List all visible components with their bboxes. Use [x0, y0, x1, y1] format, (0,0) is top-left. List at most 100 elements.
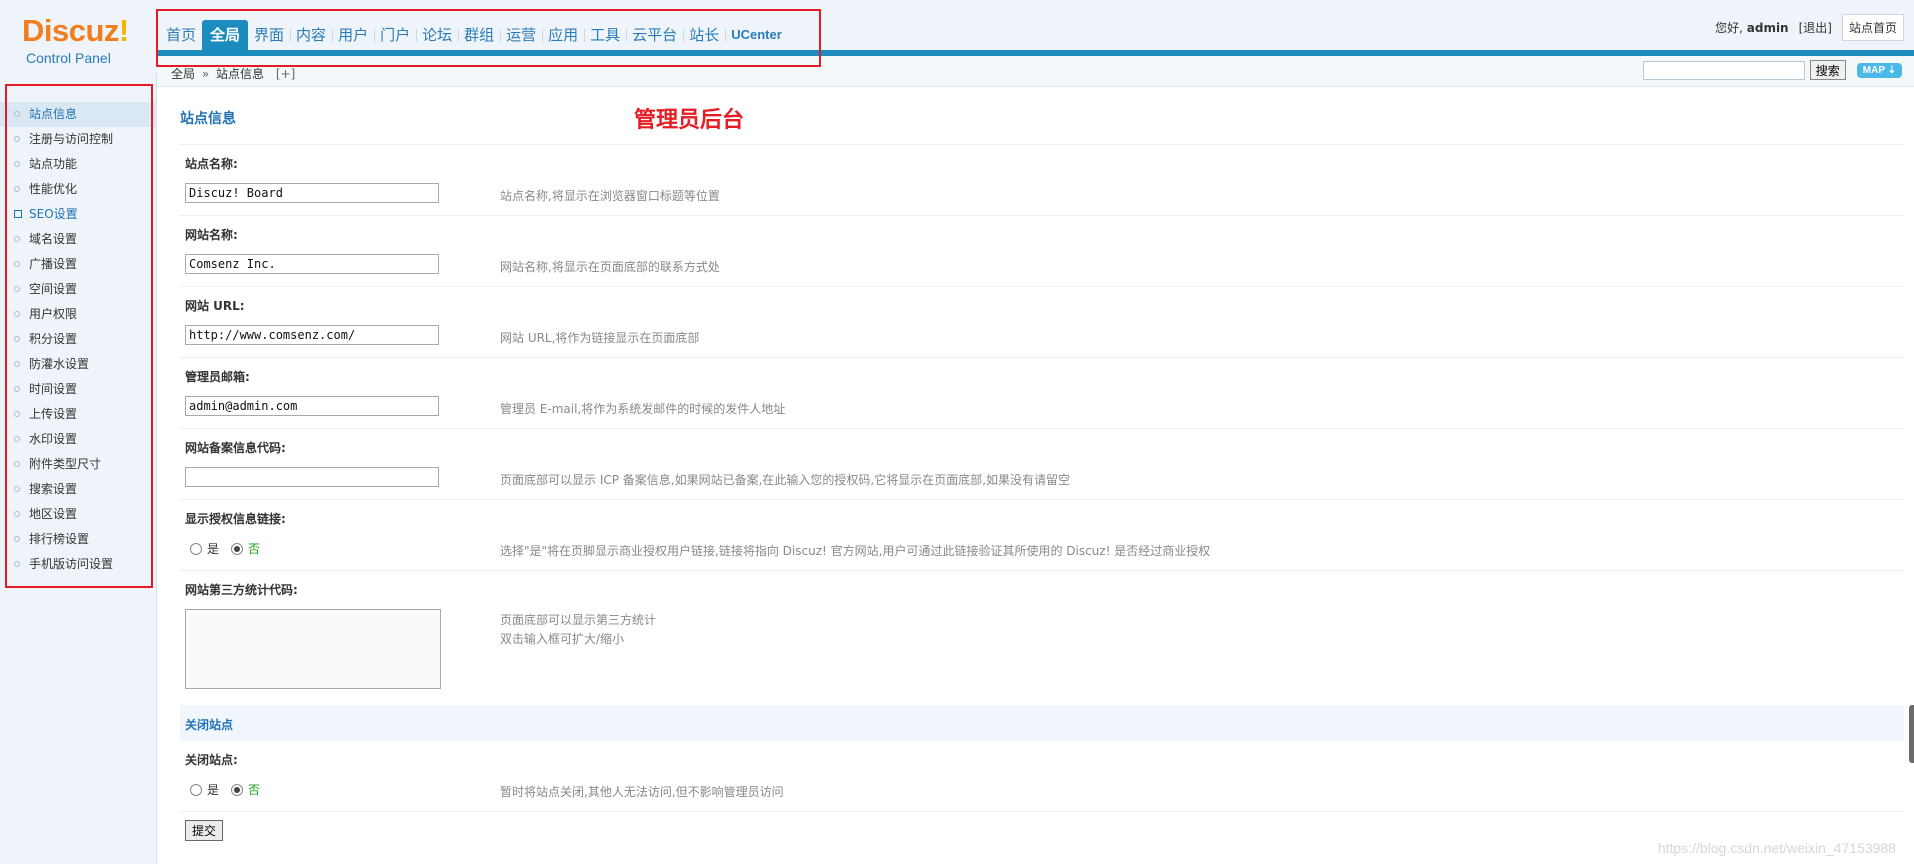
field-label: 显示授权信息链接: — [185, 512, 286, 526]
username: admin — [1746, 21, 1789, 35]
greeting: 您好, admin — [1715, 19, 1789, 36]
sidebar-item-search[interactable]: 搜索设置 — [0, 477, 157, 502]
breadcrumb-root[interactable]: 全局 — [171, 67, 195, 81]
sidebar-menu: 站点信息 注册与访问控制 站点功能 性能优化 SEO设置 域名设置 广播设置 空… — [0, 102, 157, 577]
radio-circle[interactable] — [190, 542, 202, 555]
site-home-button[interactable]: 站点首页 — [1841, 14, 1904, 41]
field-label: 站点名称: — [185, 157, 238, 171]
site-name-input[interactable] — [185, 183, 439, 203]
sidebar-item-region[interactable]: 地区设置 — [0, 502, 157, 527]
logout-link[interactable]: [退出] — [1799, 19, 1832, 36]
sidebar-item-user-permissions[interactable]: 用户权限 — [0, 302, 157, 327]
sidebar-item-site-info[interactable]: 站点信息 — [0, 102, 157, 127]
radio-label: 否 — [248, 783, 261, 797]
nav-user[interactable]: 用户 — [332, 20, 374, 50]
close-radio-group: 是 否 — [190, 781, 260, 798]
breadcrumb-separator: » — [201, 67, 210, 81]
radio-circle-checked[interactable] — [231, 542, 244, 555]
breadcrumb: 全局 » 站点信息 [+] — [171, 65, 295, 82]
sidebar-item-register-access[interactable]: 注册与访问控制 — [0, 127, 157, 152]
field-tip: 管理员 E-mail,将作为系统发邮件的时候的发件人地址 — [500, 402, 786, 416]
field-tip: 页面底部可以显示 ICP 备案信息,如果网站已备案,在此输入您的授权码,它将显示… — [500, 473, 1071, 487]
breadcrumb-current: 站点信息 — [216, 67, 265, 81]
search-input[interactable] — [1642, 60, 1805, 80]
nav-portal[interactable]: 门户 — [374, 20, 416, 50]
license-radio-yes[interactable]: 是 — [190, 540, 219, 557]
sidebar-item-time[interactable]: 时间设置 — [0, 377, 157, 402]
site-url-input[interactable] — [185, 325, 439, 345]
form-row-license-link: 显示授权信息链接: 是 否 选择"是"将在页脚显示商业授权用户链接,链接将指向 … — [180, 500, 1904, 571]
close-radio-yes[interactable]: 是 — [190, 781, 219, 798]
nav-webmaster[interactable]: 站长 — [683, 20, 725, 50]
nav-global[interactable]: 全局 — [202, 20, 249, 50]
breadcrumb-add-button[interactable]: [+] — [276, 67, 295, 81]
field-label: 网站第三方统计代码: — [185, 583, 298, 597]
watermark-text: https://blog.csdn.net/weixin_47153988 — [1657, 840, 1896, 856]
nav-tools[interactable]: 工具 — [584, 20, 626, 50]
radio-circle-checked[interactable] — [231, 783, 244, 796]
stats-code-textarea[interactable] — [185, 609, 441, 689]
radio-circle[interactable] — [190, 783, 202, 796]
sidebar: 站点信息 注册与访问控制 站点功能 性能优化 SEO设置 域名设置 广播设置 空… — [0, 72, 157, 864]
sidebar-item-watermark[interactable]: 水印设置 — [0, 427, 157, 452]
nav-home[interactable]: 首页 — [160, 20, 202, 50]
form-row-site-url: 网站 URL: 网站 URL,将作为链接显示在页面底部 — [180, 287, 1904, 358]
section-title: 关闭站点 — [185, 718, 234, 732]
admin-email-input[interactable] — [185, 396, 439, 416]
sidebar-item-site-features[interactable]: 站点功能 — [0, 152, 157, 177]
form-row-icp: 网站备案信息代码: 页面底部可以显示 ICP 备案信息,如果网站已备案,在此输入… — [180, 429, 1904, 500]
logo-subtitle: Control Panel — [26, 50, 111, 66]
icp-input[interactable] — [185, 467, 439, 487]
field-tip: 暂时将站点关闭,其他人无法访问,但不影响管理员访问 — [500, 785, 784, 799]
field-label: 关闭站点: — [185, 753, 238, 767]
sidebar-item-ranking[interactable]: 排行榜设置 — [0, 527, 157, 552]
nav-app[interactable]: 应用 — [542, 20, 584, 50]
form-row-web-name: 网站名称: 网站名称,将显示在页面底部的联系方式处 — [180, 216, 1904, 287]
radio-label: 否 — [248, 542, 261, 556]
greeting-text: 您好, — [1715, 21, 1743, 35]
close-radio-no[interactable]: 否 — [231, 781, 260, 798]
search-area: 搜索 MAP ⇣ — [1642, 60, 1902, 80]
nav-content[interactable]: 内容 — [290, 20, 332, 50]
top-nav: 首页 全局 界面 内容 用户 门户 论坛 群组 运营 应用 工具 云平台 站长 … — [160, 20, 788, 50]
nav-ucenter[interactable]: UCenter — [725, 20, 788, 50]
close-site-section-header: 关闭站点 — [180, 705, 1904, 741]
field-tip: 选择"是"将在页脚显示商业授权用户链接,链接将指向 Discuz! 官方网站,用… — [500, 544, 1211, 558]
field-label: 管理员邮箱: — [185, 370, 250, 384]
discuz-logo[interactable]: Discuz! Control Panel — [22, 13, 129, 67]
form-row-admin-email: 管理员邮箱: 管理员 E-mail,将作为系统发邮件的时候的发件人地址 — [180, 358, 1904, 429]
sidebar-item-domain[interactable]: 域名设置 — [0, 227, 157, 252]
nav-cloud[interactable]: 云平台 — [626, 20, 683, 50]
sidebar-item-mobile[interactable]: 手机版访问设置 — [0, 552, 157, 577]
nav-group[interactable]: 群组 — [458, 20, 500, 50]
nav-style[interactable]: 界面 — [248, 20, 290, 50]
sidebar-item-performance[interactable]: 性能优化 — [0, 177, 157, 202]
field-tip: 双击输入框可扩大/缩小 — [500, 632, 625, 646]
web-name-input[interactable] — [185, 254, 439, 274]
logo-bang: ! — [118, 13, 129, 48]
sidebar-item-seo[interactable]: SEO设置 — [0, 202, 157, 227]
field-tip: 页面底部可以显示第三方统计 — [500, 613, 657, 627]
nav-operation[interactable]: 运营 — [500, 20, 542, 50]
admin-annotation: 管理员后台 — [634, 108, 745, 133]
search-button[interactable]: 搜索 — [1809, 60, 1846, 80]
sidebar-item-upload[interactable]: 上传设置 — [0, 402, 157, 427]
license-radio-no[interactable]: 否 — [231, 540, 260, 557]
sidebar-item-attachment-types[interactable]: 附件类型尺寸 — [0, 452, 157, 477]
sidebar-item-broadcast[interactable]: 广播设置 — [0, 252, 157, 277]
side-scroll-tab[interactable] — [1909, 705, 1914, 763]
field-tip: 站点名称,将显示在浏览器窗口标题等位置 — [500, 189, 720, 203]
page-title: 站点信息 — [180, 111, 236, 127]
field-label: 网站备案信息代码: — [185, 441, 286, 455]
map-button[interactable]: MAP ⇣ — [1856, 62, 1902, 78]
license-radio-group: 是 否 — [190, 540, 260, 557]
user-bar: 您好, admin [退出] 站点首页 — [1715, 14, 1904, 41]
sidebar-item-space[interactable]: 空间设置 — [0, 277, 157, 302]
form-row-close-site: 关闭站点: 是 否 暂时将站点关闭,其他人无法访问,但不影响管理员访问 — [180, 741, 1904, 812]
sidebar-item-credits[interactable]: 积分设置 — [0, 327, 157, 352]
sidebar-item-anti-flood[interactable]: 防灌水设置 — [0, 352, 157, 377]
form-row-stats-code: 网站第三方统计代码: 页面底部可以显示第三方统计 双击输入框可扩大/缩小 — [180, 571, 1904, 692]
nav-forum[interactable]: 论坛 — [416, 20, 458, 50]
submit-button[interactable]: 提交 — [185, 820, 224, 841]
radio-label: 是 — [207, 783, 220, 797]
